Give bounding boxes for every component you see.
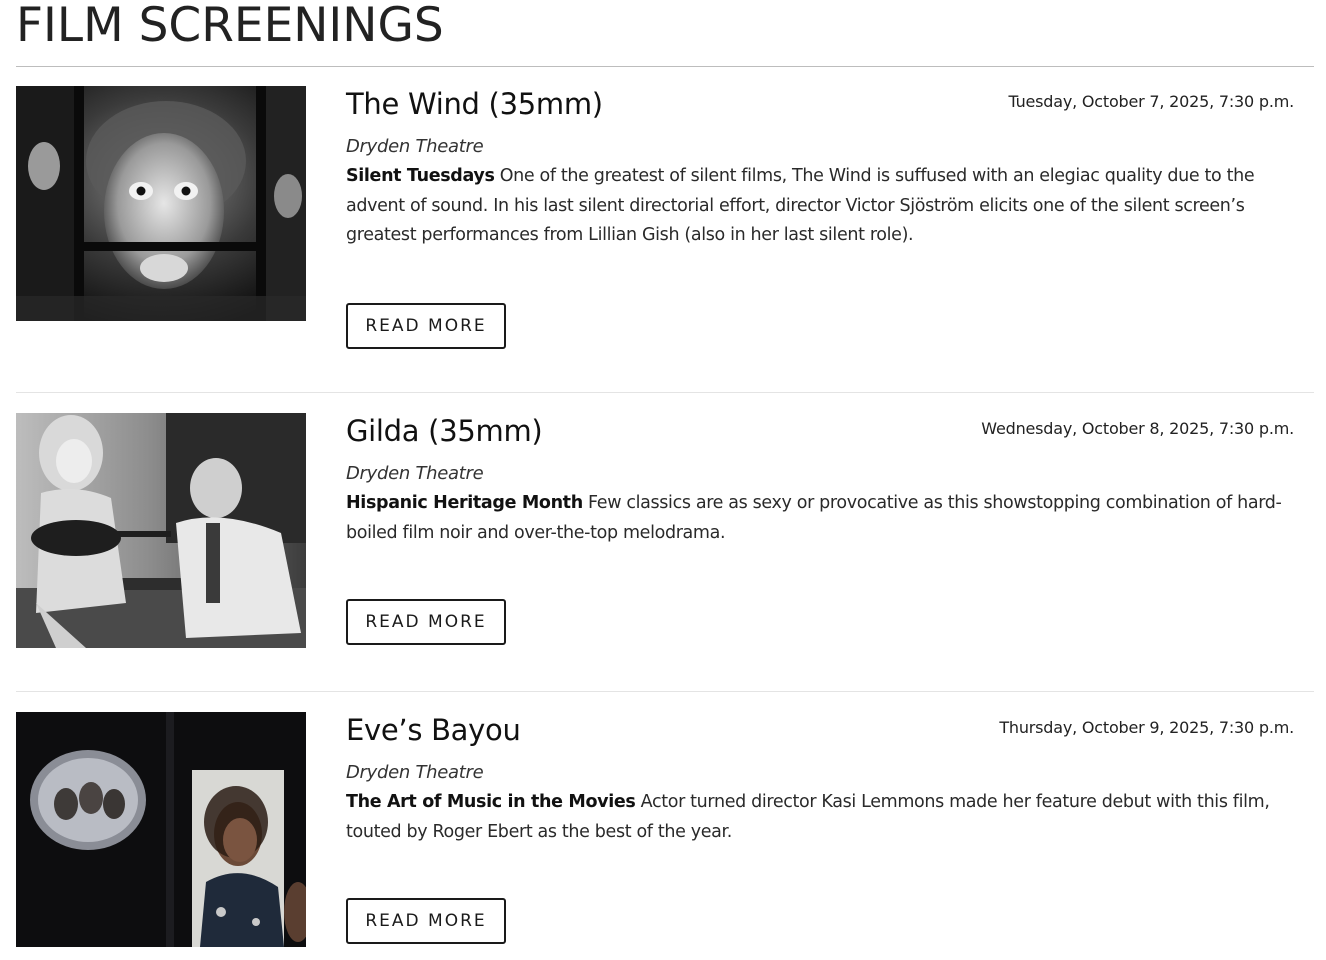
read-more-button[interactable]: READ MORE [346,599,506,645]
event-title[interactable]: Eve’s Bayou [346,712,521,748]
film-still-image [16,712,306,947]
page-title: FILM SCREENINGS [16,0,444,53]
event-item: The Wind (35mm) Tuesday, October 7, 2025… [16,86,1314,356]
read-more-button[interactable]: READ MORE [346,303,506,349]
event-description: The Art of Music in the Movies Actor tur… [346,788,1296,847]
event-description: Hispanic Heritage Month Few classics are… [346,489,1296,548]
film-still-image [16,413,306,648]
event-item: Gilda (35mm) Wednesday, October 8, 2025,… [16,413,1314,663]
event-date: Wednesday, October 8, 2025, 7:30 p.m. [981,419,1294,438]
film-still-image [16,86,306,321]
event-divider [16,392,1314,393]
event-date: Thursday, October 9, 2025, 7:30 p.m. [999,718,1294,737]
event-image-eves-bayou[interactable] [16,712,306,947]
event-image-gilda[interactable] [16,413,306,648]
title-divider [16,66,1314,67]
event-series: The Art of Music in the Movies [346,792,636,812]
event-image-the-wind[interactable] [16,86,306,321]
event-date: Tuesday, October 7, 2025, 7:30 p.m. [1008,92,1294,111]
event-venue: Dryden Theatre [346,463,484,484]
event-title[interactable]: The Wind (35mm) [346,86,603,122]
event-series: Silent Tuesdays [346,166,495,186]
event-title[interactable]: Gilda (35mm) [346,413,543,449]
event-venue: Dryden Theatre [346,762,484,783]
event-item: Eve’s Bayou Thursday, October 9, 2025, 7… [16,712,1314,960]
film-screenings-page: FILM SCREENINGS The Wind (35mm) Tuesday,… [0,0,1326,960]
event-divider [16,691,1314,692]
event-venue: Dryden Theatre [346,136,484,157]
read-more-button[interactable]: READ MORE [346,898,506,944]
event-description: Silent Tuesdays One of the greatest of s… [346,162,1296,251]
event-series: Hispanic Heritage Month [346,493,583,513]
